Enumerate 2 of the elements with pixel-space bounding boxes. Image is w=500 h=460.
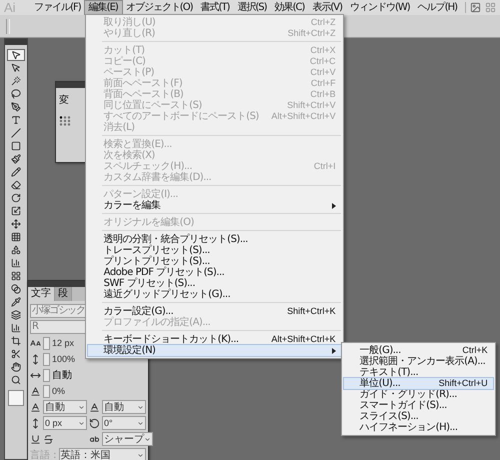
language-label: 言語 : bbox=[30, 448, 57, 460]
tracking-value: 自動 bbox=[52, 369, 72, 382]
